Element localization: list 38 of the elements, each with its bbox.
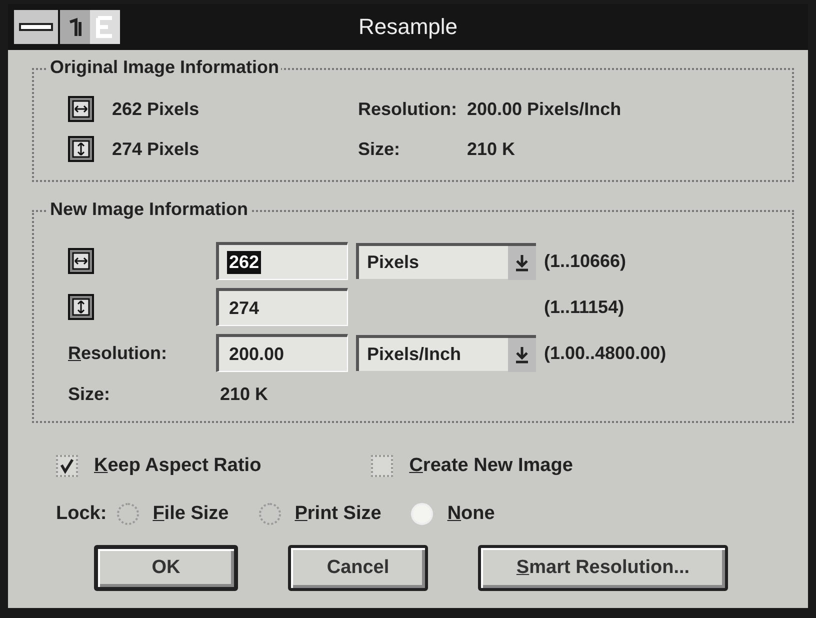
- input-field[interactable]: 274: [216, 288, 348, 326]
- dialog-button[interactable]: OK: [94, 545, 238, 591]
- radio-label[interactable]: Print Size: [294, 503, 382, 525]
- size-value: 210 K: [467, 138, 516, 160]
- radio-label[interactable]: None: [447, 503, 495, 525]
- size-label: Size:: [358, 138, 400, 160]
- group-title: New Image Information: [48, 199, 250, 220]
- input-field[interactable]: 200.00: [216, 334, 348, 372]
- checkbox[interactable]: [371, 455, 394, 477]
- radio-label[interactable]: File Size: [152, 503, 229, 525]
- check-icon: [58, 456, 76, 476]
- range-text: (1..10666): [544, 250, 628, 272]
- size-value: 210 K: [219, 384, 268, 405]
- input-field[interactable]: 262: [216, 242, 348, 280]
- resolution-text: Resolution:: [358, 98, 457, 120]
- lock-label: Lock:: [56, 503, 107, 525]
- unit-dropdown[interactable]: Pixels: [356, 243, 536, 279]
- unit-dropdown[interactable]: Pixels/Inch: [356, 335, 536, 371]
- horizontal-arrows-icon: [68, 248, 94, 274]
- group-title: Original Image Information: [48, 57, 282, 78]
- window-title: Resample: [358, 14, 458, 40]
- app-icon: [60, 10, 120, 44]
- vertical-arrows-icon: [68, 294, 94, 320]
- control-menu-icon[interactable]: [14, 10, 58, 44]
- resolution-value: 200.00 Pixels/Inch: [467, 98, 622, 120]
- horizontal-arrows-icon: [68, 96, 94, 122]
- vertical-arrows-icon: [68, 136, 94, 162]
- height-text: 274 Pixels: [112, 138, 200, 160]
- size-label: Size:: [68, 384, 112, 405]
- resolution-label: Resolution:: [68, 342, 167, 364]
- dialog-button[interactable]: Cancel: [288, 545, 428, 591]
- checkbox-label[interactable]: Keep Aspect Ratio: [94, 455, 262, 477]
- range-text: (1.00..4800.00): [544, 342, 668, 364]
- width-text: 262 Pixels: [112, 98, 200, 120]
- dialog-button[interactable]: Smart Resolution...: [478, 545, 728, 591]
- checkbox[interactable]: [56, 455, 78, 477]
- checkbox-label[interactable]: Create New Image: [409, 455, 573, 477]
- range-text: (1..11154): [544, 296, 626, 318]
